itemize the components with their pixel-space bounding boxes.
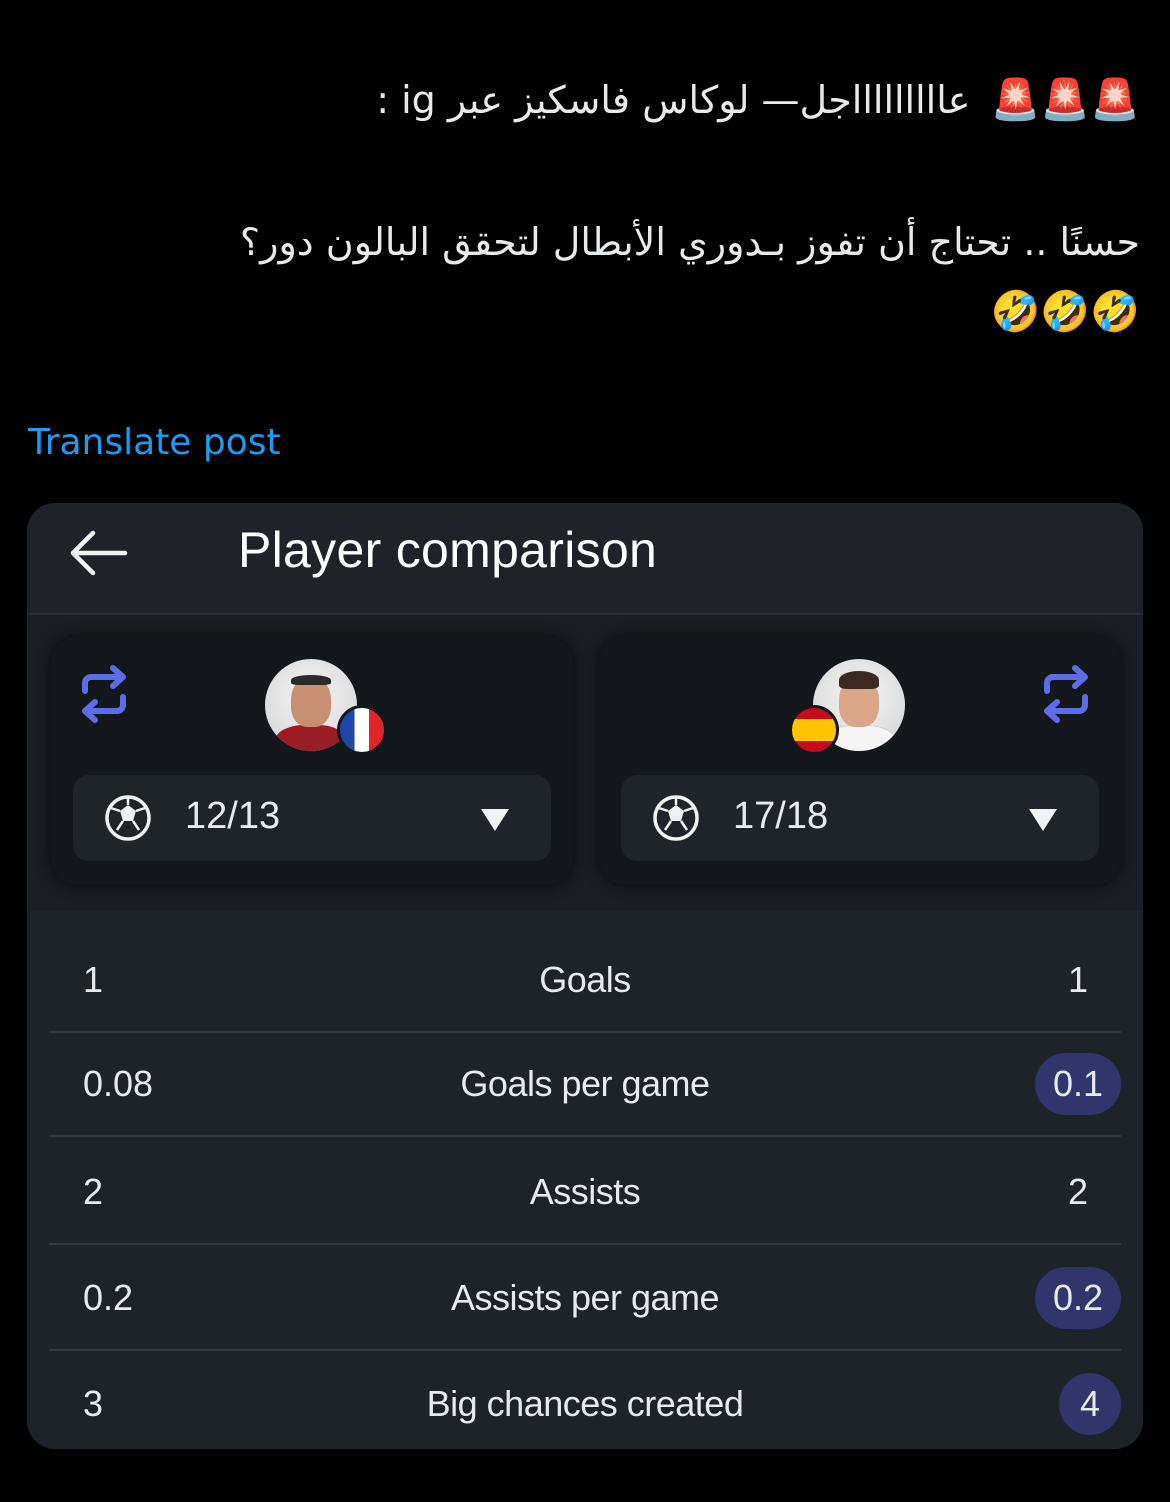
- avatar-hair: [839, 671, 879, 689]
- stat-label: Goals per game: [460, 1063, 710, 1104]
- season-value: 12/13: [185, 795, 281, 837]
- stat-row-big-chances-created: 3 Big chances created 4: [49, 1351, 1121, 1449]
- player-panel-left: 12/13: [51, 637, 573, 885]
- stat-row-goals: 1 Goals 1: [49, 927, 1121, 1033]
- spain-flag-icon: [789, 705, 839, 755]
- dropdown-caret-icon: [1029, 809, 1057, 831]
- back-arrow-icon[interactable]: [67, 527, 131, 579]
- stat-right-value-badge: 0.2: [1034, 1267, 1121, 1329]
- stat-right-value: 1: [1067, 959, 1089, 1000]
- season-dropdown-left[interactable]: 12/13: [73, 775, 551, 861]
- stat-label: Assists per game: [450, 1277, 720, 1318]
- player-selector-area: 12/13 17/18: [27, 615, 1143, 911]
- champions-league-ball-icon: [105, 795, 151, 841]
- siren-emoji-icon: 🚨🚨🚨: [990, 77, 1140, 123]
- champions-league-ball-icon: [653, 795, 699, 841]
- dropdown-caret-icon: [481, 809, 509, 831]
- swap-player-icon[interactable]: [1035, 663, 1097, 725]
- season-dropdown-right[interactable]: 17/18: [621, 775, 1099, 861]
- post-line-1: 🚨🚨🚨 عاااااااااجل— لوكاس فاسكيز عبر ig :: [376, 72, 1140, 128]
- page-title: Player comparison: [238, 522, 658, 578]
- translate-post-link[interactable]: Translate post: [28, 422, 281, 463]
- avatar-hair: [291, 675, 331, 685]
- stat-right-value: 2: [1067, 1171, 1089, 1212]
- post-text-line-2: حسنًا .. تحتاج أن تفوز بـدوري الأبطال لت…: [239, 220, 1140, 264]
- stat-label: Big chances created: [426, 1383, 744, 1424]
- player-panel-right: 17/18: [599, 637, 1121, 885]
- season-value: 17/18: [733, 795, 829, 837]
- attached-image[interactable]: Player comparison 12/13 17/18 1 Goals 1 …: [27, 503, 1143, 1449]
- stat-right-value-badge: 0.1: [1034, 1053, 1121, 1115]
- stat-label: Assists: [529, 1171, 641, 1212]
- app-header: Player comparison: [27, 503, 1143, 615]
- post-text-line-1: عاااااااااجل— لوكاس فاسكيز عبر ig :: [376, 78, 971, 122]
- france-flag-icon: [337, 705, 387, 755]
- stat-right-value-badge: 4: [1059, 1373, 1121, 1435]
- swap-player-icon[interactable]: [73, 663, 135, 725]
- stat-label: Goals: [539, 959, 631, 1000]
- stat-row-assists: 2 Assists 2: [49, 1139, 1121, 1245]
- stat-row-assists-per-game: 0.2 Assists per game 0.2: [49, 1245, 1121, 1351]
- laughing-emoji-icon: 🤣🤣🤣: [990, 289, 1140, 335]
- stat-row-goals-per-game: 0.08 Goals per game 0.1: [49, 1031, 1121, 1137]
